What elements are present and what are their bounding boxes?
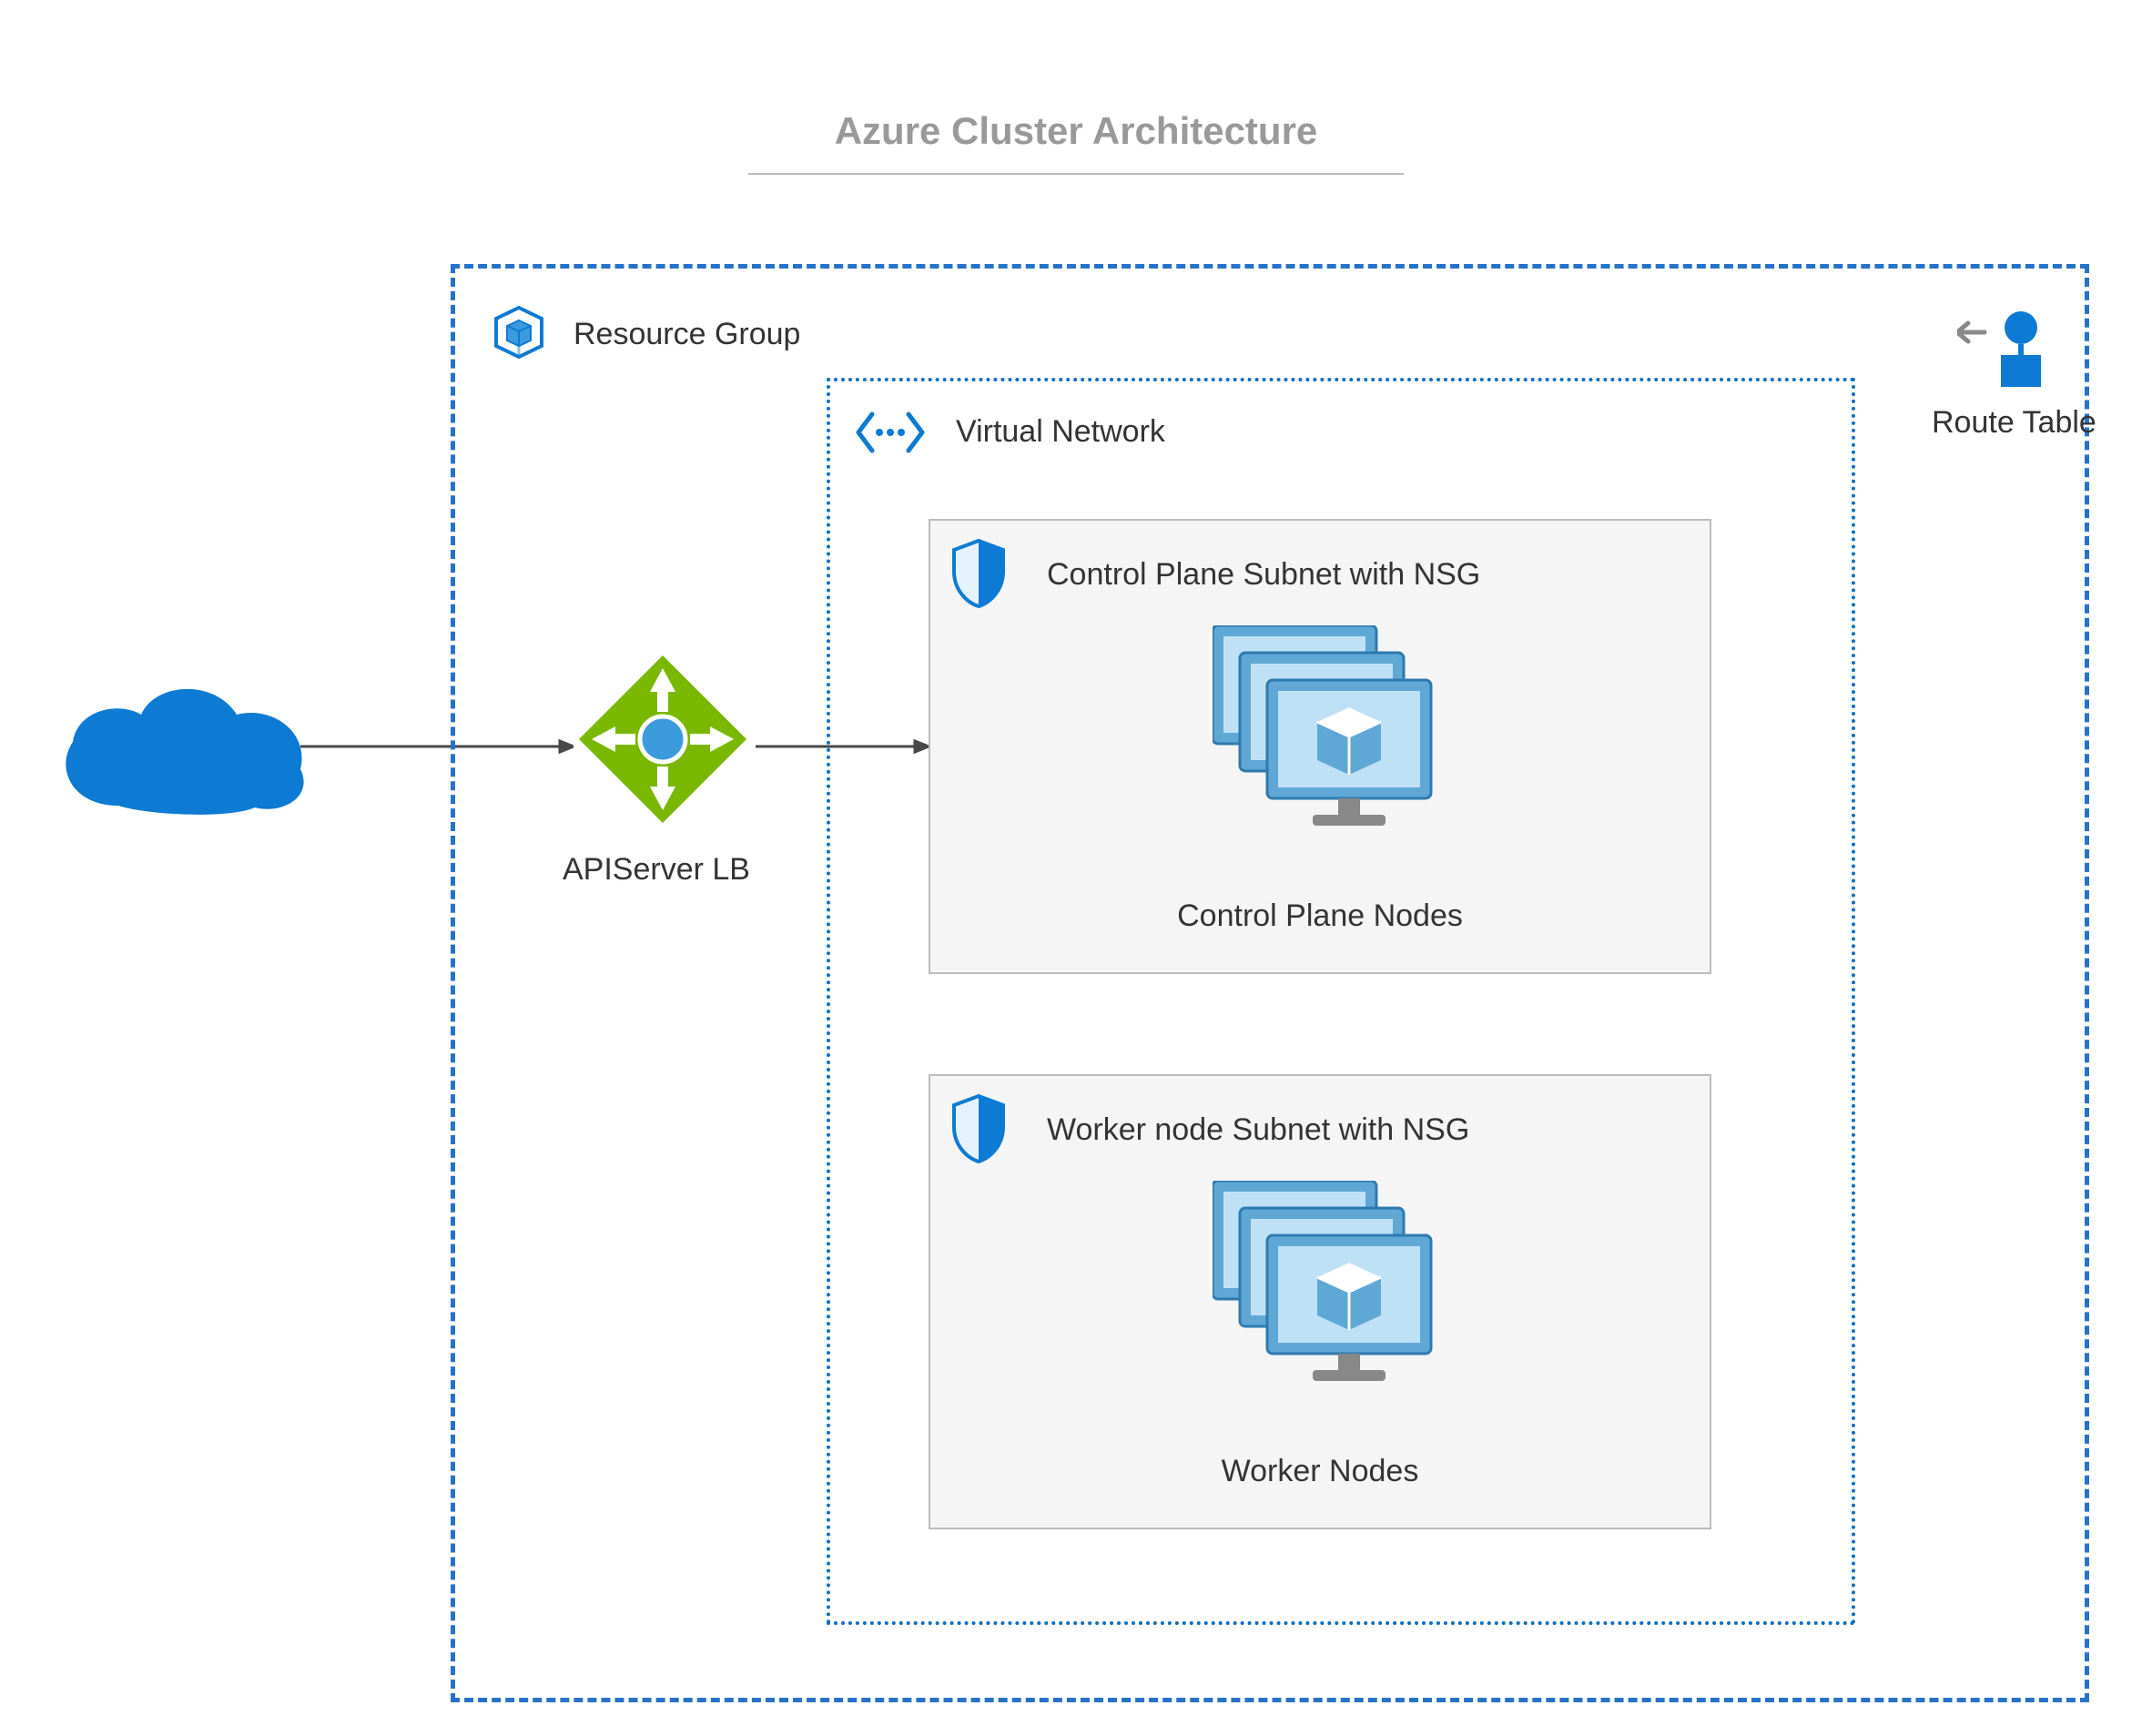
title-underline [748, 173, 1404, 175]
route-table-label: Route Table [1932, 405, 2096, 441]
virtual-network-icon [854, 405, 927, 460]
worker-subnet-label: Worker node Subnet with NSG [1047, 1112, 1469, 1148]
shield-icon [947, 1092, 1010, 1165]
load-balancer-icon [572, 648, 754, 830]
control-subnet-label: Control Plane Subnet with NSG [1047, 557, 1480, 593]
route-table-icon [1957, 305, 2066, 396]
load-balancer-label: APIServer LB [563, 852, 750, 888]
control-plane-subnet-box: Control Plane Subnet with NSG [929, 519, 1711, 974]
virtual-network-label: Virtual Network [956, 414, 1165, 450]
diagram-title: Azure Cluster Architecture [0, 109, 2152, 153]
shield-icon [947, 537, 1010, 610]
worker-subnet-box: Worker node Subnet with NSG Worker Nodes [929, 1074, 1711, 1529]
resource-group-icon [487, 300, 551, 364]
cloud-icon [46, 669, 319, 833]
diagram-canvas: Azure Cluster Architecture Resource Grou… [0, 0, 2152, 1736]
control-plane-nodes-label: Control Plane Nodes [930, 898, 1710, 934]
control-plane-nodes-icon [1213, 625, 1440, 844]
worker-nodes-label: Worker Nodes [930, 1454, 1710, 1489]
worker-nodes-icon [1213, 1181, 1440, 1399]
resource-group-label: Resource Group [574, 317, 800, 352]
